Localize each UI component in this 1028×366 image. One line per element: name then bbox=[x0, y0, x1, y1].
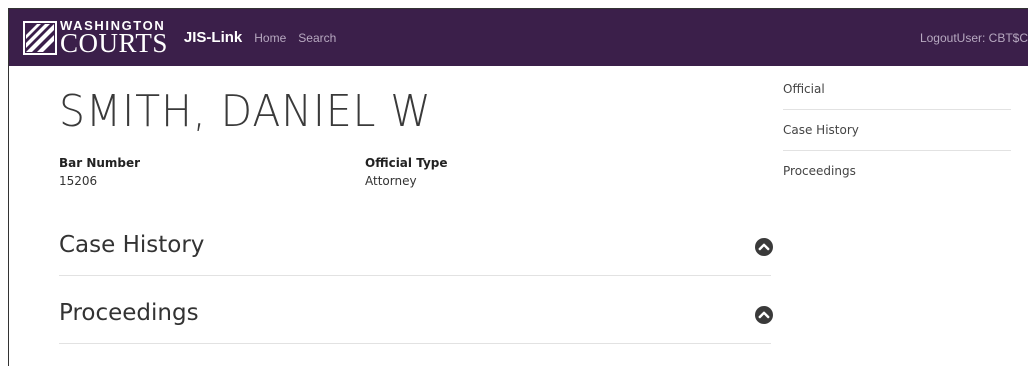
logout-link[interactable]: Logout bbox=[920, 31, 957, 45]
bar-number-value: 15206 bbox=[59, 174, 98, 188]
chevron-up-circle-icon[interactable] bbox=[755, 306, 773, 324]
case-history-section: Case History bbox=[59, 218, 773, 276]
official-type-label: Official Type bbox=[365, 156, 448, 170]
app-name-link[interactable]: JIS-Link bbox=[184, 29, 242, 46]
courts-logo-icon bbox=[23, 20, 57, 55]
nav-link-search[interactable]: Search bbox=[298, 31, 336, 45]
sidebar-item-case-history[interactable]: Case History bbox=[783, 110, 1011, 151]
chevron-up-circle-icon[interactable] bbox=[755, 238, 773, 256]
brand-bottom-text: COURTS bbox=[60, 27, 168, 58]
washington-courts-logo[interactable]: WASHINGTON COURTS bbox=[23, 19, 168, 57]
proceedings-heading: Proceedings bbox=[59, 300, 199, 326]
official-type-value: Attorney bbox=[365, 174, 417, 188]
top-navbar: WASHINGTON COURTS JIS-Link Home Search L… bbox=[9, 9, 1028, 66]
nav-link-home[interactable]: Home bbox=[254, 31, 286, 45]
bar-number-field: Bar Number 15206 bbox=[59, 156, 140, 188]
proceedings-section: Proceedings bbox=[59, 286, 773, 344]
case-history-heading: Case History bbox=[59, 232, 205, 258]
page-frame: WASHINGTON COURTS JIS-Link Home Search L… bbox=[8, 8, 1028, 366]
page-title: SMITH, DANIEL W bbox=[59, 86, 432, 137]
sidebar-item-proceedings[interactable]: Proceedings bbox=[783, 151, 1011, 192]
user-label: User: CBT$C bbox=[956, 30, 1028, 45]
bar-number-label: Bar Number bbox=[59, 156, 141, 170]
sidebar-nav: Official Case History Proceedings bbox=[783, 69, 1011, 192]
brand-text: WASHINGTON COURTS bbox=[60, 19, 168, 57]
sidebar-item-official[interactable]: Official bbox=[783, 69, 1011, 110]
official-type-field: Official Type Attorney bbox=[365, 156, 448, 188]
navbar-right: Logout User: CBT$C bbox=[920, 9, 1028, 66]
